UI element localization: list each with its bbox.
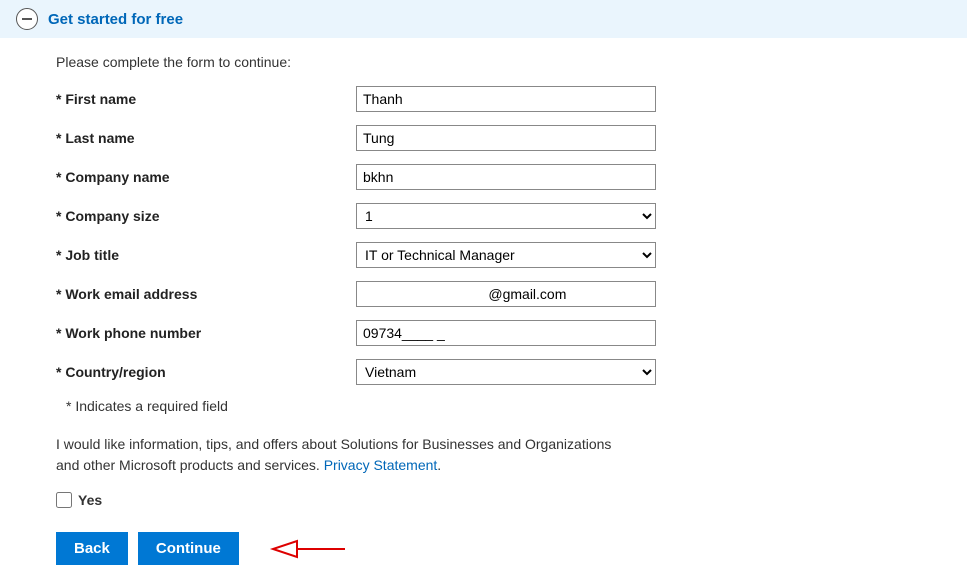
row-work-email: * Work email address xyxy=(56,281,911,307)
first-name-input[interactable] xyxy=(356,86,656,112)
country-select[interactable]: Vietnam xyxy=(356,359,656,385)
label-work-email: * Work email address xyxy=(56,286,356,302)
consent-checkbox-label: Yes xyxy=(78,492,102,508)
consent-period: . xyxy=(437,457,441,473)
label-company-size: * Company size xyxy=(56,208,356,224)
label-job-title: * Job title xyxy=(56,247,356,263)
last-name-input[interactable] xyxy=(356,125,656,151)
label-country: * Country/region xyxy=(56,364,356,380)
consent-checkbox[interactable] xyxy=(56,492,72,508)
privacy-link[interactable]: Privacy Statement xyxy=(324,457,438,473)
form-content: Please complete the form to continue: * … xyxy=(0,38,967,581)
required-note: * Indicates a required field xyxy=(66,398,911,414)
row-job-title: * Job title IT or Technical Manager xyxy=(56,242,911,268)
job-title-select[interactable]: IT or Technical Manager xyxy=(356,242,656,268)
header-bar: Get started for free xyxy=(0,0,967,38)
row-first-name: * First name xyxy=(56,86,911,112)
form-instruction: Please complete the form to continue: xyxy=(56,54,911,70)
work-email-input[interactable] xyxy=(356,281,656,307)
company-size-select[interactable]: 1 xyxy=(356,203,656,229)
label-company-name: * Company name xyxy=(56,169,356,185)
row-company-name: * Company name xyxy=(56,164,911,190)
work-phone-input[interactable] xyxy=(356,320,656,346)
company-name-input[interactable] xyxy=(356,164,656,190)
row-country: * Country/region Vietnam xyxy=(56,359,911,385)
row-last-name: * Last name xyxy=(56,125,911,151)
consent-text: I would like information, tips, and offe… xyxy=(56,434,616,476)
label-work-phone: * Work phone number xyxy=(56,325,356,341)
row-company-size: * Company size 1 xyxy=(56,203,911,229)
header-title: Get started for free xyxy=(48,11,183,28)
consent-checkbox-row: Yes xyxy=(56,492,911,508)
label-last-name: * Last name xyxy=(56,130,356,146)
label-first-name: * First name xyxy=(56,91,356,107)
collapse-icon[interactable] xyxy=(16,8,38,30)
row-work-phone: * Work phone number xyxy=(56,320,911,346)
